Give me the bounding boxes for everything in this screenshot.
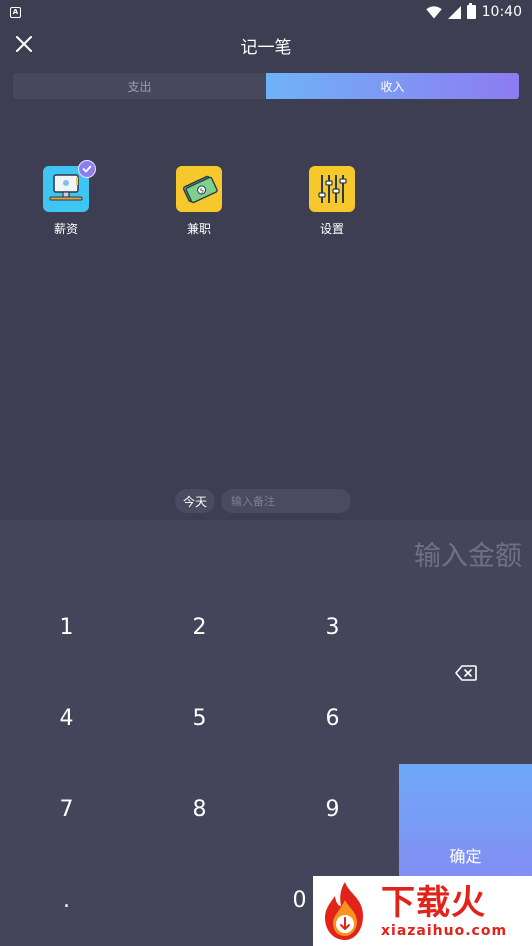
key-dot[interactable]: . bbox=[0, 855, 133, 946]
watermark: 下载火 xiazaihuo.com bbox=[313, 876, 532, 946]
category-label: 兼职 bbox=[186, 222, 211, 236]
cash-stack-graphic: $ bbox=[182, 175, 218, 204]
key-8[interactable]: 8 bbox=[133, 764, 266, 855]
sliders-settings-icon bbox=[309, 166, 355, 212]
date-selector[interactable]: 今天 bbox=[175, 489, 216, 513]
confirm-label: 确定 bbox=[449, 847, 482, 866]
wifi-icon bbox=[425, 5, 442, 18]
android-notification-icon: A bbox=[10, 6, 21, 18]
key-5[interactable]: 5 bbox=[133, 673, 266, 764]
flame-logo-icon bbox=[319, 880, 371, 942]
battery-charging-icon bbox=[466, 3, 476, 19]
note-input[interactable] bbox=[221, 489, 352, 513]
category-label: 设置 bbox=[319, 222, 344, 236]
key-2[interactable]: 2 bbox=[133, 582, 266, 673]
watermark-brand: 下载火 bbox=[381, 883, 486, 923]
page-title: 记一笔 bbox=[240, 38, 292, 58]
backspace-button[interactable] bbox=[399, 582, 532, 764]
type-tabs: 支出 收入 bbox=[13, 73, 519, 99]
key-6[interactable]: 6 bbox=[266, 673, 399, 764]
status-right: 10:40 bbox=[425, 3, 522, 20]
watermark-text: 下载火 xiazaihuo.com bbox=[381, 883, 507, 939]
key-3[interactable]: 3 bbox=[266, 582, 399, 673]
tab-income[interactable]: 收入 bbox=[266, 73, 519, 99]
key-7[interactable]: 7 bbox=[0, 764, 133, 855]
tab-expense[interactable]: 支出 bbox=[13, 73, 266, 99]
check-mark bbox=[82, 165, 92, 173]
selected-check-icon bbox=[78, 160, 96, 178]
key-4[interactable]: 4 bbox=[0, 673, 133, 764]
cash-stack-icon: $ bbox=[176, 166, 222, 212]
category-settings[interactable]: 设置 bbox=[297, 166, 367, 237]
watermark-url: xiazaihuo.com bbox=[381, 923, 508, 939]
flame-logo-graphic bbox=[325, 882, 363, 940]
backspace-icon bbox=[454, 665, 477, 681]
header: 记一笔 bbox=[0, 26, 532, 64]
status-time: 10:40 bbox=[481, 4, 522, 20]
category-label: 薪资 bbox=[53, 222, 78, 236]
status-bar: A 10:40 bbox=[0, 0, 532, 24]
sliders-graphic bbox=[318, 175, 347, 203]
category-salary[interactable]: 薪资 bbox=[31, 160, 101, 237]
category-parttime[interactable]: $ 兼职 bbox=[164, 166, 234, 237]
record-entry-screen: A 10:40 记一笔 支出 收入 薪资 $ 兼职 设置 今天 输入备注 输入金… bbox=[0, 0, 532, 946]
salary-monitor-icon bbox=[43, 160, 96, 212]
key-1[interactable]: 1 bbox=[0, 582, 133, 673]
status-left: A bbox=[10, 6, 21, 18]
note-row: 今天 bbox=[175, 489, 352, 513]
signal-icon bbox=[447, 5, 461, 19]
amount-display[interactable]: 输入金额 bbox=[414, 534, 522, 573]
key-9[interactable]: 9 bbox=[266, 764, 399, 855]
